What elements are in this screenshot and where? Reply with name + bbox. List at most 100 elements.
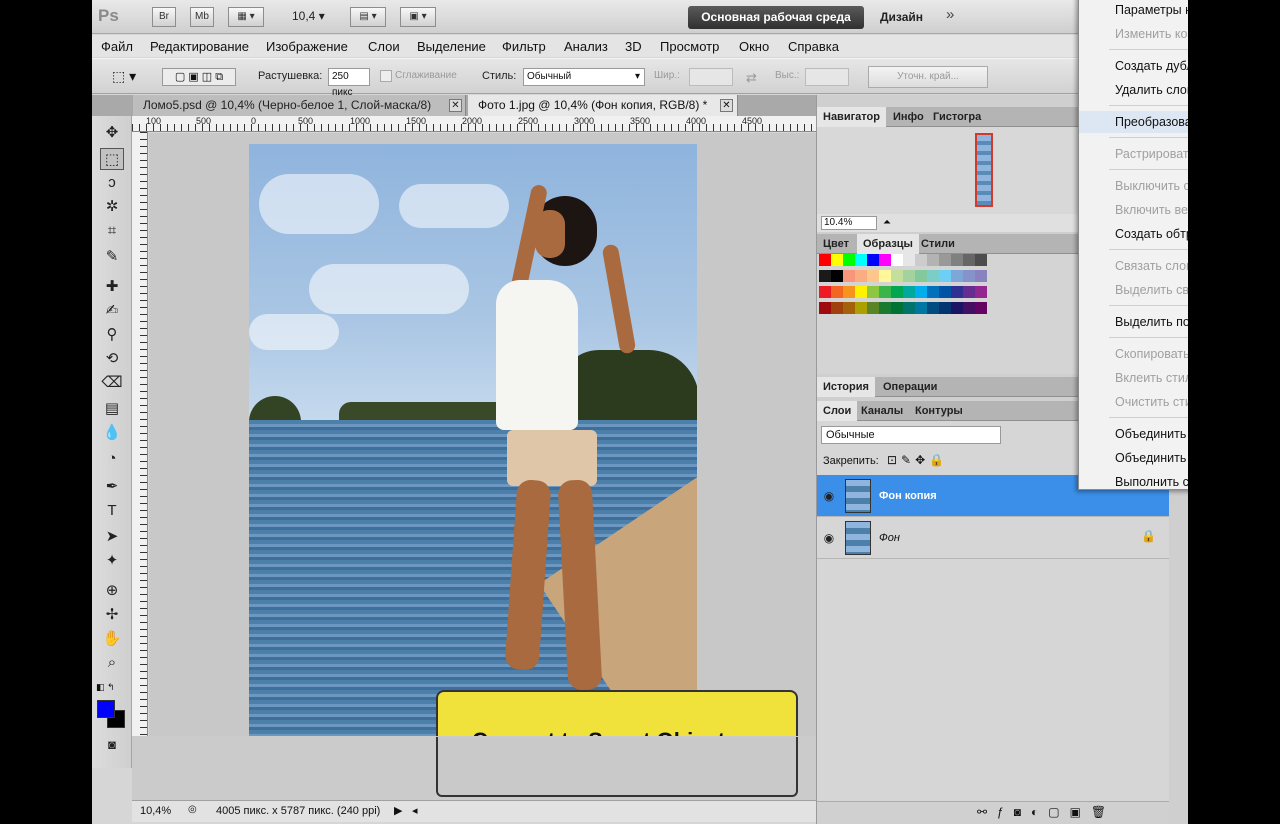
color-swatch[interactable]	[915, 270, 927, 282]
close-icon[interactable]: ✕	[720, 99, 733, 112]
color-swatch[interactable]	[951, 302, 963, 314]
color-swatch[interactable]	[891, 302, 903, 314]
color-swatch[interactable]	[963, 270, 975, 282]
history-brush-icon[interactable]: ⟲	[100, 348, 124, 370]
context-menu-item[interactable]: Создать обтравочную маску	[1079, 223, 1188, 245]
eye-icon[interactable]: ◉	[821, 489, 837, 503]
color-swatch[interactable]	[975, 302, 987, 314]
tab-styles[interactable]: Стили	[915, 234, 961, 254]
tab-actions[interactable]: Операции	[877, 377, 943, 397]
menu-analysis[interactable]: Анализ	[564, 39, 608, 54]
status-icon[interactable]: ◎	[188, 804, 197, 815]
quick-select-icon[interactable]: ✲	[100, 196, 124, 218]
color-swatch[interactable]	[819, 254, 831, 266]
color-swatch[interactable]	[843, 254, 855, 266]
menu-layers[interactable]: Слои	[368, 39, 400, 54]
tab-histogram[interactable]: Гистогра	[927, 107, 987, 127]
color-swatch[interactable]	[891, 270, 903, 282]
navigator-zoom-input[interactable]: 10.4%	[821, 216, 877, 230]
context-menu-item[interactable]: Параметры наложения...	[1079, 0, 1188, 21]
color-swatch[interactable]	[927, 270, 939, 282]
brush-tool-icon[interactable]: ✍	[100, 300, 124, 322]
zoom-level[interactable]: 10,4 ▾	[292, 9, 325, 23]
context-menu-item[interactable]: Выделить похожие слои	[1079, 311, 1188, 333]
color-swatch[interactable]	[963, 302, 975, 314]
color-swatch[interactable]	[975, 286, 987, 298]
3d-orbit-icon[interactable]: ✢	[100, 604, 124, 626]
context-menu-item[interactable]: Выполнить сведение	[1079, 471, 1188, 493]
clone-stamp-icon[interactable]: ⚲	[100, 324, 124, 346]
color-swatch[interactable]	[975, 270, 987, 282]
zoom-tool-icon[interactable]: ⌕	[100, 652, 124, 674]
feather-input[interactable]: 250 пикс	[328, 68, 370, 98]
design-workspace[interactable]: Дизайн	[880, 10, 923, 24]
color-swatch[interactable]	[867, 254, 879, 266]
color-swatch[interactable]	[951, 286, 963, 298]
tab-layers[interactable]: Слои	[817, 401, 858, 421]
color-swatch[interactable]	[939, 254, 951, 266]
antialias-checkbox[interactable]	[380, 70, 392, 82]
color-swatch[interactable]	[831, 286, 843, 298]
color-swatch[interactable]	[867, 286, 879, 298]
color-swatch[interactable]	[927, 254, 939, 266]
shape-tool-icon[interactable]: ✦	[100, 550, 124, 572]
tab-channels[interactable]: Каналы	[855, 401, 909, 421]
tab-info[interactable]: Инфо	[887, 107, 930, 127]
crop-tool-icon[interactable]: ⌗	[100, 220, 124, 242]
menu-image[interactable]: Изображение	[266, 39, 348, 54]
color-swatch[interactable]	[855, 270, 867, 282]
context-menu-item[interactable]: Удалить слой	[1079, 79, 1188, 101]
context-menu-item[interactable]: Объединить видимые	[1079, 447, 1188, 469]
context-menu-item[interactable]: Создать дубликат слоя...	[1079, 55, 1188, 77]
color-swatch[interactable]	[843, 286, 855, 298]
eye-icon[interactable]: ◉	[821, 531, 837, 545]
width-input[interactable]	[689, 68, 733, 86]
color-swatch[interactable]	[915, 286, 927, 298]
color-swatch[interactable]	[903, 270, 915, 282]
menu-select[interactable]: Выделение	[417, 39, 486, 54]
color-swatch[interactable]	[915, 254, 927, 266]
mini-bridge-button[interactable]: Mb	[190, 7, 214, 27]
lasso-tool-icon[interactable]: ↄ	[100, 172, 124, 194]
type-tool-icon[interactable]: T	[100, 500, 124, 522]
color-swatch[interactable]	[879, 286, 891, 298]
selection-mode-icons[interactable]: ▢ ▣ ◫ ⧉	[162, 68, 236, 86]
color-swatch[interactable]	[903, 302, 915, 314]
workspace-button[interactable]: Основная рабочая среда	[688, 6, 864, 29]
move-tool-icon[interactable]: ✥	[100, 122, 124, 144]
marquee-preset-icon[interactable]: ⬚ ▾	[112, 68, 136, 85]
color-swatch[interactable]	[891, 286, 903, 298]
blend-mode-select[interactable]: Обычные	[821, 426, 1001, 444]
color-swatch[interactable]	[855, 302, 867, 314]
color-swatch[interactable]	[939, 270, 951, 282]
foreground-color-swatch[interactable]	[97, 700, 115, 718]
path-select-icon[interactable]: ➤	[100, 526, 124, 548]
marquee-tool-icon[interactable]: ⬚	[100, 148, 124, 170]
refine-edge-button[interactable]: Уточн. край...	[868, 66, 988, 88]
tab-paths[interactable]: Контуры	[909, 401, 969, 421]
color-swatch[interactable]	[915, 302, 927, 314]
color-swatch[interactable]	[879, 302, 891, 314]
color-swatch[interactable]	[951, 270, 963, 282]
bridge-button[interactable]: Br	[152, 7, 176, 27]
color-swatch[interactable]	[831, 270, 843, 282]
color-swatch[interactable]	[879, 254, 891, 266]
tab-foto1[interactable]: Фото 1.jpg @ 10,4% (Фон копия, RGB/8) * …	[468, 95, 738, 116]
color-swatch[interactable]	[855, 254, 867, 266]
color-swatch[interactable]	[975, 254, 987, 266]
arrange-button[interactable]: ▤ ▾	[350, 7, 386, 27]
color-swatch[interactable]	[843, 270, 855, 282]
gradient-tool-icon[interactable]: ▤	[100, 398, 124, 420]
color-swatch[interactable]	[939, 286, 951, 298]
quick-mask-icon[interactable]: ◙	[100, 734, 124, 756]
color-swatch[interactable]	[903, 254, 915, 266]
dodge-tool-icon[interactable]: ◔	[100, 448, 124, 470]
tab-lomo5[interactable]: Ломо5.psd @ 10,4% (Черно-белое 1, Слой-м…	[133, 95, 466, 116]
tab-history[interactable]: История	[817, 377, 875, 397]
view-extras-button[interactable]: ▦ ▾	[228, 7, 264, 27]
color-swatch[interactable]	[927, 302, 939, 314]
color-swatch[interactable]	[867, 270, 879, 282]
eyedropper-icon[interactable]: ✎	[100, 246, 124, 268]
menu-help[interactable]: Справка	[788, 39, 839, 54]
color-swatch[interactable]	[927, 286, 939, 298]
